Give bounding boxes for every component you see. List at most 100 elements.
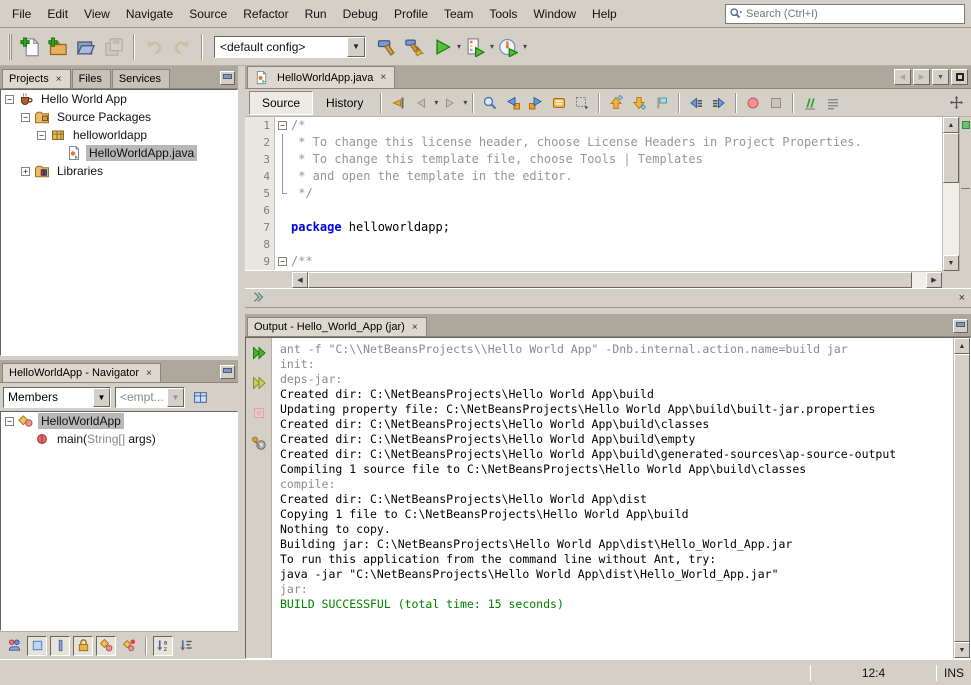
menu-debug[interactable]: Debug <box>335 4 386 24</box>
scrollbar-thumb[interactable] <box>954 354 970 642</box>
fold-margin[interactable] <box>275 219 291 236</box>
rect-select-icon[interactable] <box>571 92 593 114</box>
tab-projects[interactable]: Projects× <box>2 69 71 88</box>
fold-margin[interactable] <box>275 134 291 151</box>
menu-help[interactable]: Help <box>584 4 625 24</box>
scroll-right-arrow[interactable]: ▶ <box>926 272 942 288</box>
redo-button[interactable] <box>168 33 196 61</box>
breadcrumb-expand-icon[interactable] <box>251 290 265 307</box>
highlight-icon[interactable] <box>548 92 570 114</box>
profile-button[interactable] <box>494 33 522 61</box>
fold-margin[interactable] <box>275 236 291 253</box>
error-stripe[interactable] <box>959 117 971 271</box>
history-view-button[interactable]: History <box>314 92 375 114</box>
projects-tree-item[interactable]: −helloworldapp <box>1 126 237 144</box>
output-vertical-scrollbar[interactable]: ▲ ▼ <box>953 338 970 658</box>
tab-list-dropdown-button[interactable]: ▼ <box>932 69 949 85</box>
scroll-left-arrow[interactable]: ◀ <box>292 272 308 288</box>
collapse-icon[interactable]: − <box>21 113 30 122</box>
search-input[interactable] <box>746 6 964 22</box>
projects-tree-item[interactable]: −HelloWorldApp.java <box>1 144 237 162</box>
bookmark-next-icon[interactable] <box>628 92 650 114</box>
tab-services[interactable]: Services <box>112 69 170 88</box>
editor-horizontal-scrollbar[interactable]: ◀ ▶ <box>292 271 942 288</box>
inner-class-dot-filter-button[interactable] <box>119 636 139 656</box>
fold-margin[interactable] <box>275 202 291 219</box>
search-box[interactable] <box>725 4 965 24</box>
menu-tools[interactable]: Tools <box>481 4 525 24</box>
inner-class-filter-button[interactable] <box>96 636 116 656</box>
scroll-down-arrow[interactable]: ▼ <box>954 642 970 658</box>
source-view-button[interactable]: Source <box>249 91 313 115</box>
members-view-select[interactable]: Members ▼ <box>3 387 111 408</box>
scroll-up-arrow[interactable]: ▲ <box>943 117 959 133</box>
chevron-down-icon[interactable]: ▾ <box>434 98 438 107</box>
scroll-up-arrow[interactable]: ▲ <box>954 338 970 354</box>
fold-collapse-icon[interactable]: − <box>278 121 287 130</box>
macro-record-icon[interactable] <box>742 92 764 114</box>
fold-margin[interactable] <box>275 185 291 202</box>
inherited-filter-button[interactable] <box>4 636 24 656</box>
shift-left-icon[interactable] <box>685 92 707 114</box>
clean-build-button[interactable] <box>400 33 428 61</box>
scrollbar-thumb[interactable] <box>308 272 912 288</box>
split-editor-icon[interactable] <box>945 92 967 114</box>
new-project-button[interactable] <box>44 33 72 61</box>
menu-view[interactable]: View <box>76 4 118 24</box>
fold-collapse-icon[interactable]: − <box>278 257 287 266</box>
config-select[interactable]: <default config>▼ <box>214 36 366 58</box>
menu-profile[interactable]: Profile <box>386 4 436 24</box>
navigator-tree-item[interactable]: −HelloWorldApp <box>1 412 237 430</box>
close-tab-icon[interactable]: × <box>56 74 62 85</box>
non-public-filter-button[interactable] <box>73 636 93 656</box>
editor-vertical-scrollbar[interactable]: ▲ ▼ <box>942 117 959 271</box>
editor-tab[interactable]: HelloWorldApp.java × <box>247 66 395 88</box>
forward-icon[interactable] <box>439 92 461 114</box>
close-navigator-icon[interactable]: × <box>146 368 152 379</box>
projects-tree-item[interactable]: −Hello World App <box>1 90 237 108</box>
close-output-tab-icon[interactable]: × <box>412 322 418 333</box>
menu-navigate[interactable]: Navigate <box>118 4 181 24</box>
sort-alpha-filter-button[interactable]: az <box>153 636 173 656</box>
scrollbar-thumb[interactable] <box>943 133 959 183</box>
fold-margin[interactable] <box>275 168 291 185</box>
navigator-tab[interactable]: HelloWorldApp - Navigator × <box>2 363 161 382</box>
undo-button[interactable] <box>140 33 168 61</box>
find-next-icon[interactable] <box>525 92 547 114</box>
back-icon[interactable] <box>410 92 432 114</box>
menu-run[interactable]: Run <box>297 4 335 24</box>
output-console[interactable]: ant -f "C:\\NetBeansProjects\\Hello Worl… <box>272 338 953 658</box>
ant-settings-button[interactable] <box>250 434 268 452</box>
run-button[interactable] <box>428 33 456 61</box>
vertical-splitter[interactable] <box>238 66 245 659</box>
fold-margin[interactable]: − <box>275 117 291 134</box>
open-project-button[interactable] <box>72 33 100 61</box>
fields-filter-button[interactable] <box>27 636 47 656</box>
find-prev-icon[interactable] <box>502 92 524 114</box>
chevron-down-icon[interactable]: ▾ <box>463 98 467 107</box>
projects-tree-item[interactable]: +Libraries <box>1 162 237 180</box>
debug-button[interactable] <box>461 33 489 61</box>
static-filter-button[interactable] <box>50 636 70 656</box>
code-pane[interactable]: 1−/*2 * To change this license header, c… <box>245 117 942 271</box>
bookmark-prev-icon[interactable] <box>605 92 627 114</box>
scroll-tabs-left-button[interactable]: ◀ <box>894 69 911 85</box>
menu-file[interactable]: File <box>4 4 39 24</box>
columns-view-button[interactable] <box>189 386 211 408</box>
stop-button[interactable] <box>250 404 268 422</box>
comment-icon[interactable] <box>799 92 821 114</box>
minimize-navigator-button[interactable] <box>220 365 235 379</box>
close-editor-tab-icon[interactable]: × <box>380 72 386 83</box>
shift-right-icon[interactable] <box>708 92 730 114</box>
menu-edit[interactable]: Edit <box>39 4 76 24</box>
expand-icon[interactable]: + <box>21 167 30 176</box>
close-breadcrumb-icon[interactable]: × <box>959 292 965 304</box>
navigator-tree-item[interactable]: −main(String[] args) <box>1 430 237 448</box>
output-tab[interactable]: Output - Hello_World_App (jar) × <box>247 317 427 336</box>
uncomment-icon[interactable] <box>822 92 844 114</box>
navigator-tree[interactable]: −HelloWorldApp−main(String[] args) <box>0 411 238 631</box>
code-editor[interactable]: 1−/*2 * To change this license header, c… <box>245 117 971 271</box>
maximize-editor-button[interactable] <box>951 69 968 85</box>
menu-source[interactable]: Source <box>181 4 235 24</box>
scroll-tabs-right-button[interactable]: ▶ <box>913 69 930 85</box>
